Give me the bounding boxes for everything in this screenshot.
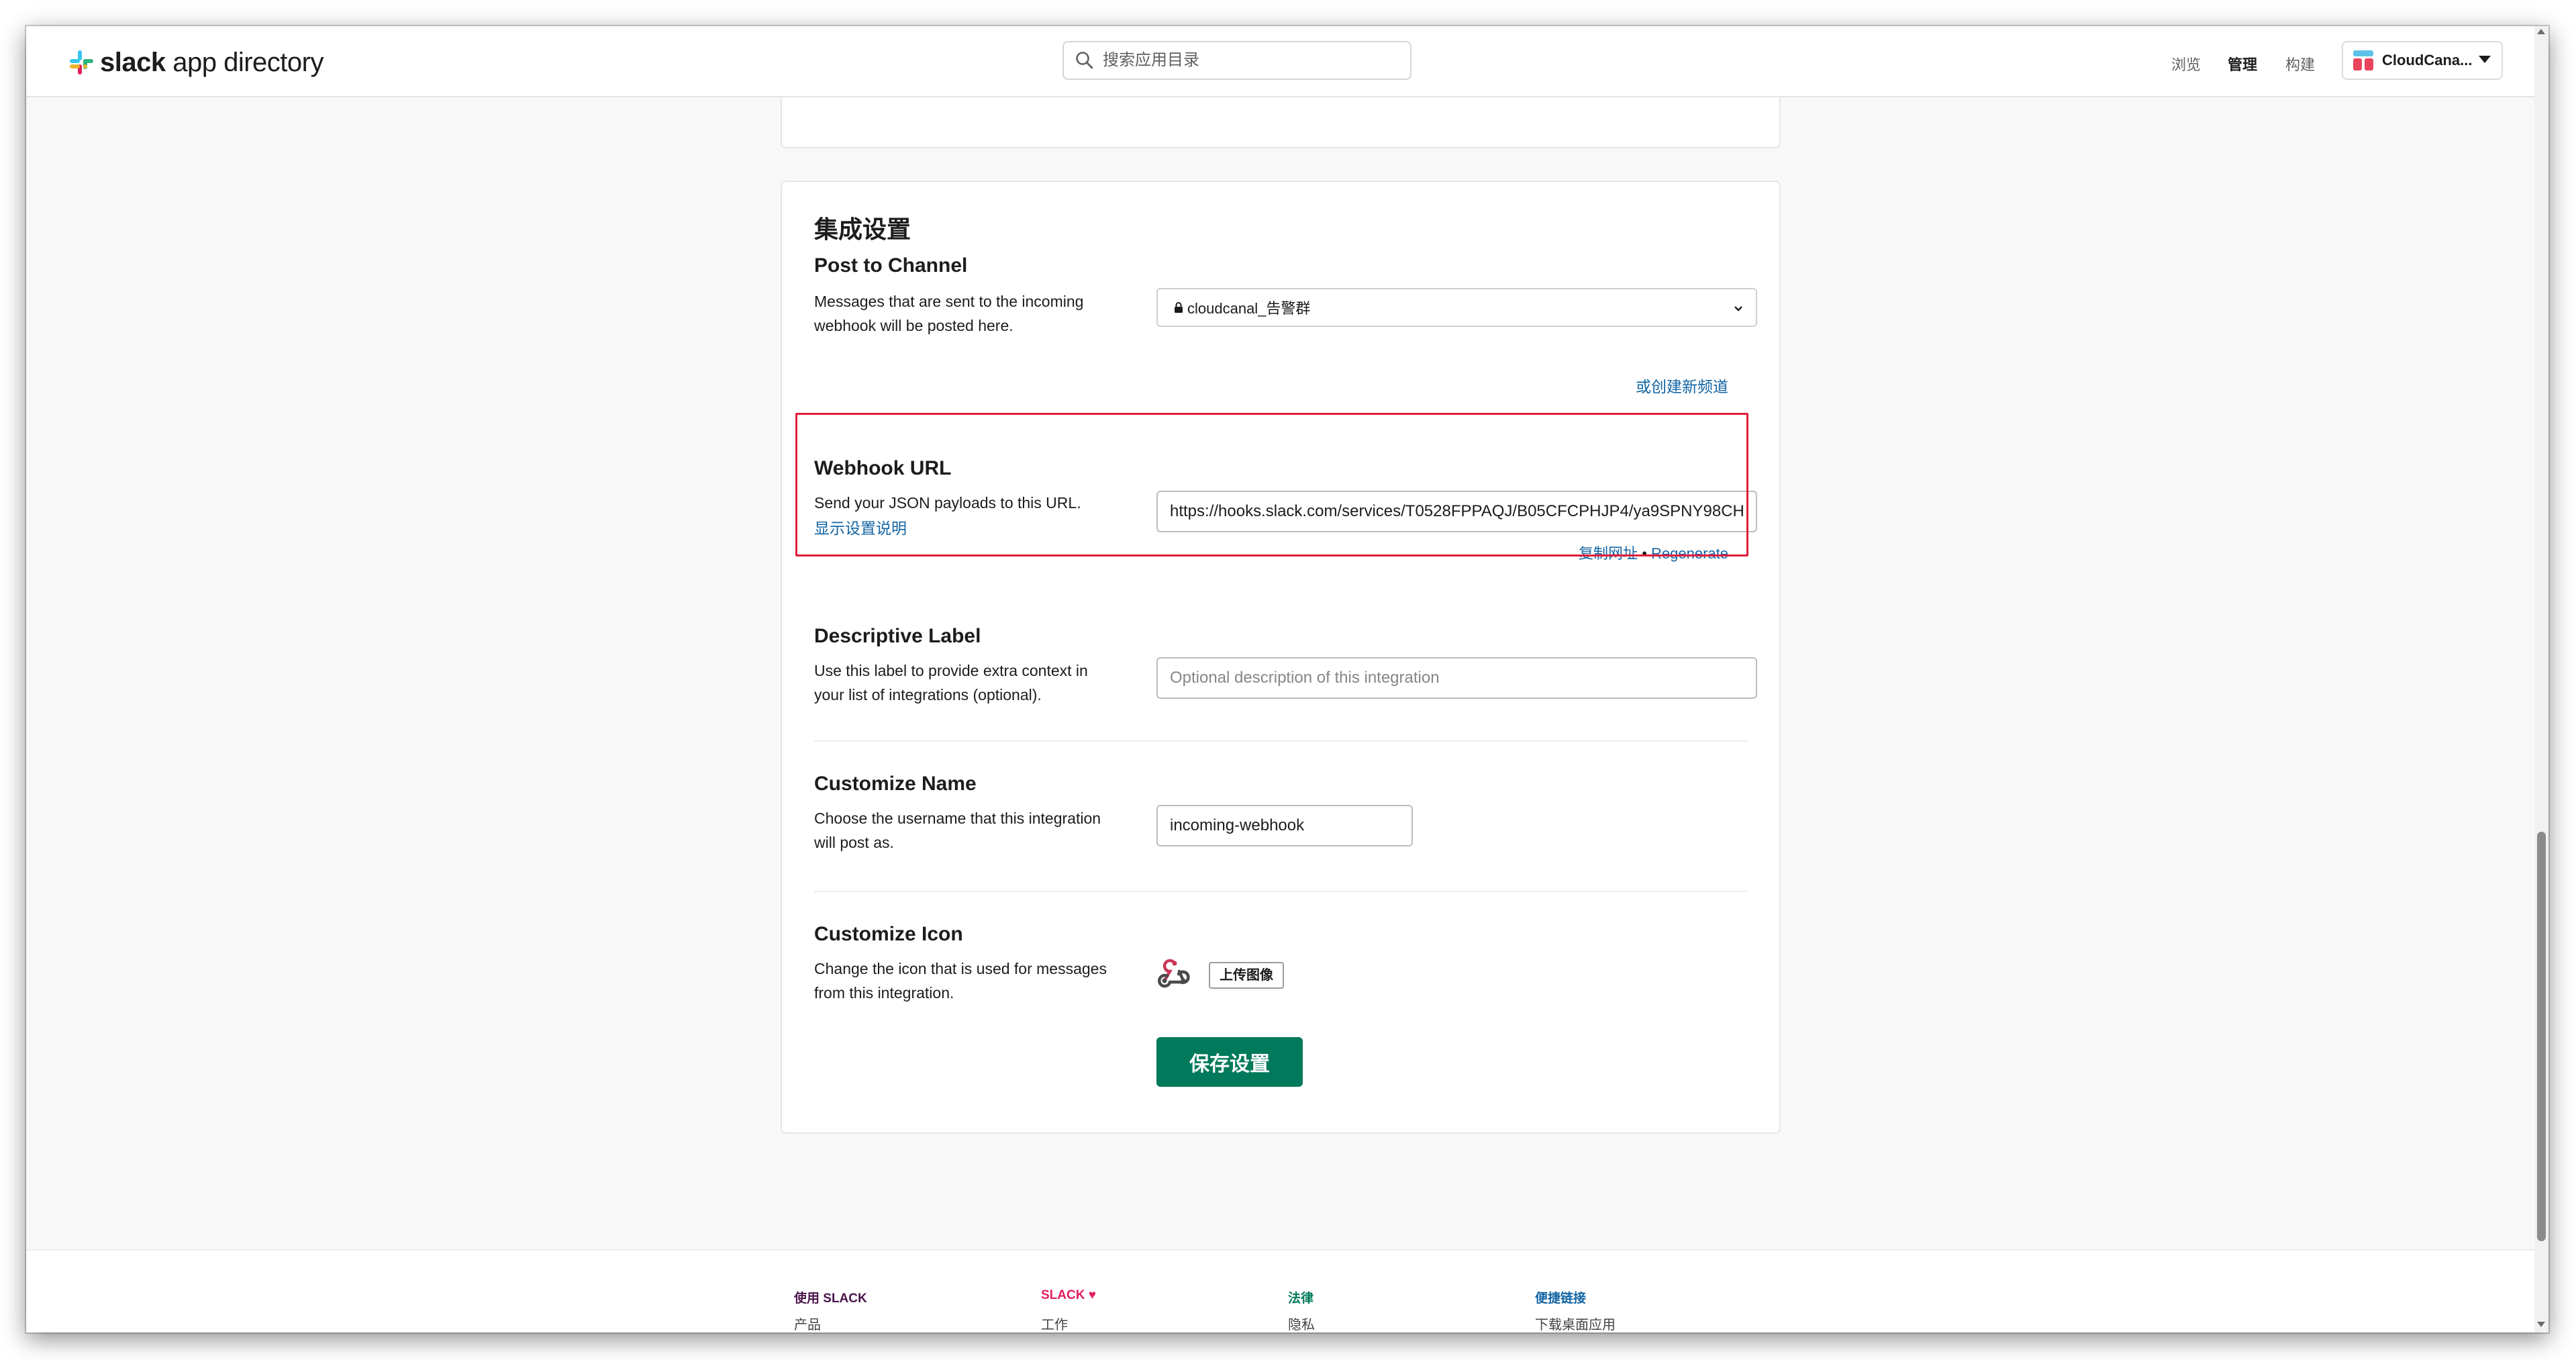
create-channel-link[interactable]: 或创建新频道 <box>1636 374 1728 397</box>
search-icon <box>1076 52 1093 69</box>
channel-select[interactable]: cloudcanal_告警群 <box>1156 288 1757 327</box>
upload-image-button[interactable]: 上传图像 <box>1209 962 1284 989</box>
workspace-switcher[interactable]: CloudCana... <box>2342 41 2503 80</box>
scroll-down-arrow-icon[interactable] <box>2537 1322 2545 1327</box>
lock-icon <box>1175 302 1183 313</box>
footer-heading-slack-love: SLACK ♥ <box>1041 1288 1097 1302</box>
section-divider <box>814 740 1747 742</box>
footer-link-work[interactable]: 工作 <box>1041 1314 1068 1332</box>
previous-section-card <box>781 97 1781 148</box>
webhook-icon <box>1158 959 1190 988</box>
workspace-avatar-icon <box>2351 48 2375 72</box>
search-input[interactable] <box>1101 50 1386 70</box>
integration-settings-card: 集成设置 Post to Channel Messages that are s… <box>781 181 1781 1134</box>
selected-channel: cloudcanal_告警群 <box>1187 300 1311 317</box>
footer-link-product[interactable]: 产品 <box>794 1314 821 1332</box>
footer-heading-quick-links: 便捷链接 <box>1535 1292 1587 1306</box>
footer <box>26 1249 2534 1332</box>
descriptive-label-description: Use this label to provide extra context … <box>814 662 1088 703</box>
footer-heading-using-slack: 使用 SLACK <box>794 1292 867 1306</box>
descriptive-label-input[interactable] <box>1156 657 1757 699</box>
post-to-channel-title: Post to Channel <box>814 254 968 277</box>
webhook-url-highlight-box <box>795 413 1748 556</box>
search-box[interactable] <box>1062 41 1411 80</box>
scroll-up-arrow-icon[interactable] <box>2537 29 2545 34</box>
slack-logo-icon <box>70 50 93 75</box>
customize-name-title: Customize Name <box>814 773 977 795</box>
save-settings-button[interactable]: 保存设置 <box>1156 1037 1303 1087</box>
nav-build-link[interactable]: 构建 <box>2285 53 2315 75</box>
section-divider <box>814 891 1747 892</box>
nav-manage-link[interactable]: 管理 <box>2228 53 2257 75</box>
chevron-down-icon <box>1734 306 1742 311</box>
customize-name-description: Choose the username that this integratio… <box>814 810 1101 851</box>
footer-heading-legal: 法律 <box>1288 1292 1314 1306</box>
top-navigation-bar: slack app directory 浏览 管理 构建 CloudCana..… <box>26 26 2548 97</box>
username-input[interactable] <box>1156 805 1413 846</box>
scrollbar-thumb[interactable] <box>2537 832 2546 1241</box>
section-title: 集成设置 <box>814 215 911 243</box>
post-to-channel-description: Messages that are sent to the incoming w… <box>814 293 1084 334</box>
nav-browse-link[interactable]: 浏览 <box>2171 53 2201 75</box>
customize-icon-description: Change the icon that is used for message… <box>814 960 1107 1002</box>
footer-link-download-desktop[interactable]: 下载桌面应用 <box>1535 1314 1616 1332</box>
caret-down-icon <box>2479 56 2491 63</box>
customize-icon-title: Customize Icon <box>814 923 963 945</box>
logo-text: slack app directory <box>100 48 324 77</box>
workspace-name: CloudCana... <box>2382 52 2473 68</box>
slack-logo[interactable]: slack app directory <box>68 46 324 79</box>
footer-link-privacy[interactable]: 隐私 <box>1288 1314 1315 1332</box>
descriptive-label-title: Descriptive Label <box>814 625 981 647</box>
browser-window: slack app directory 浏览 管理 构建 CloudCana..… <box>26 26 2548 1332</box>
